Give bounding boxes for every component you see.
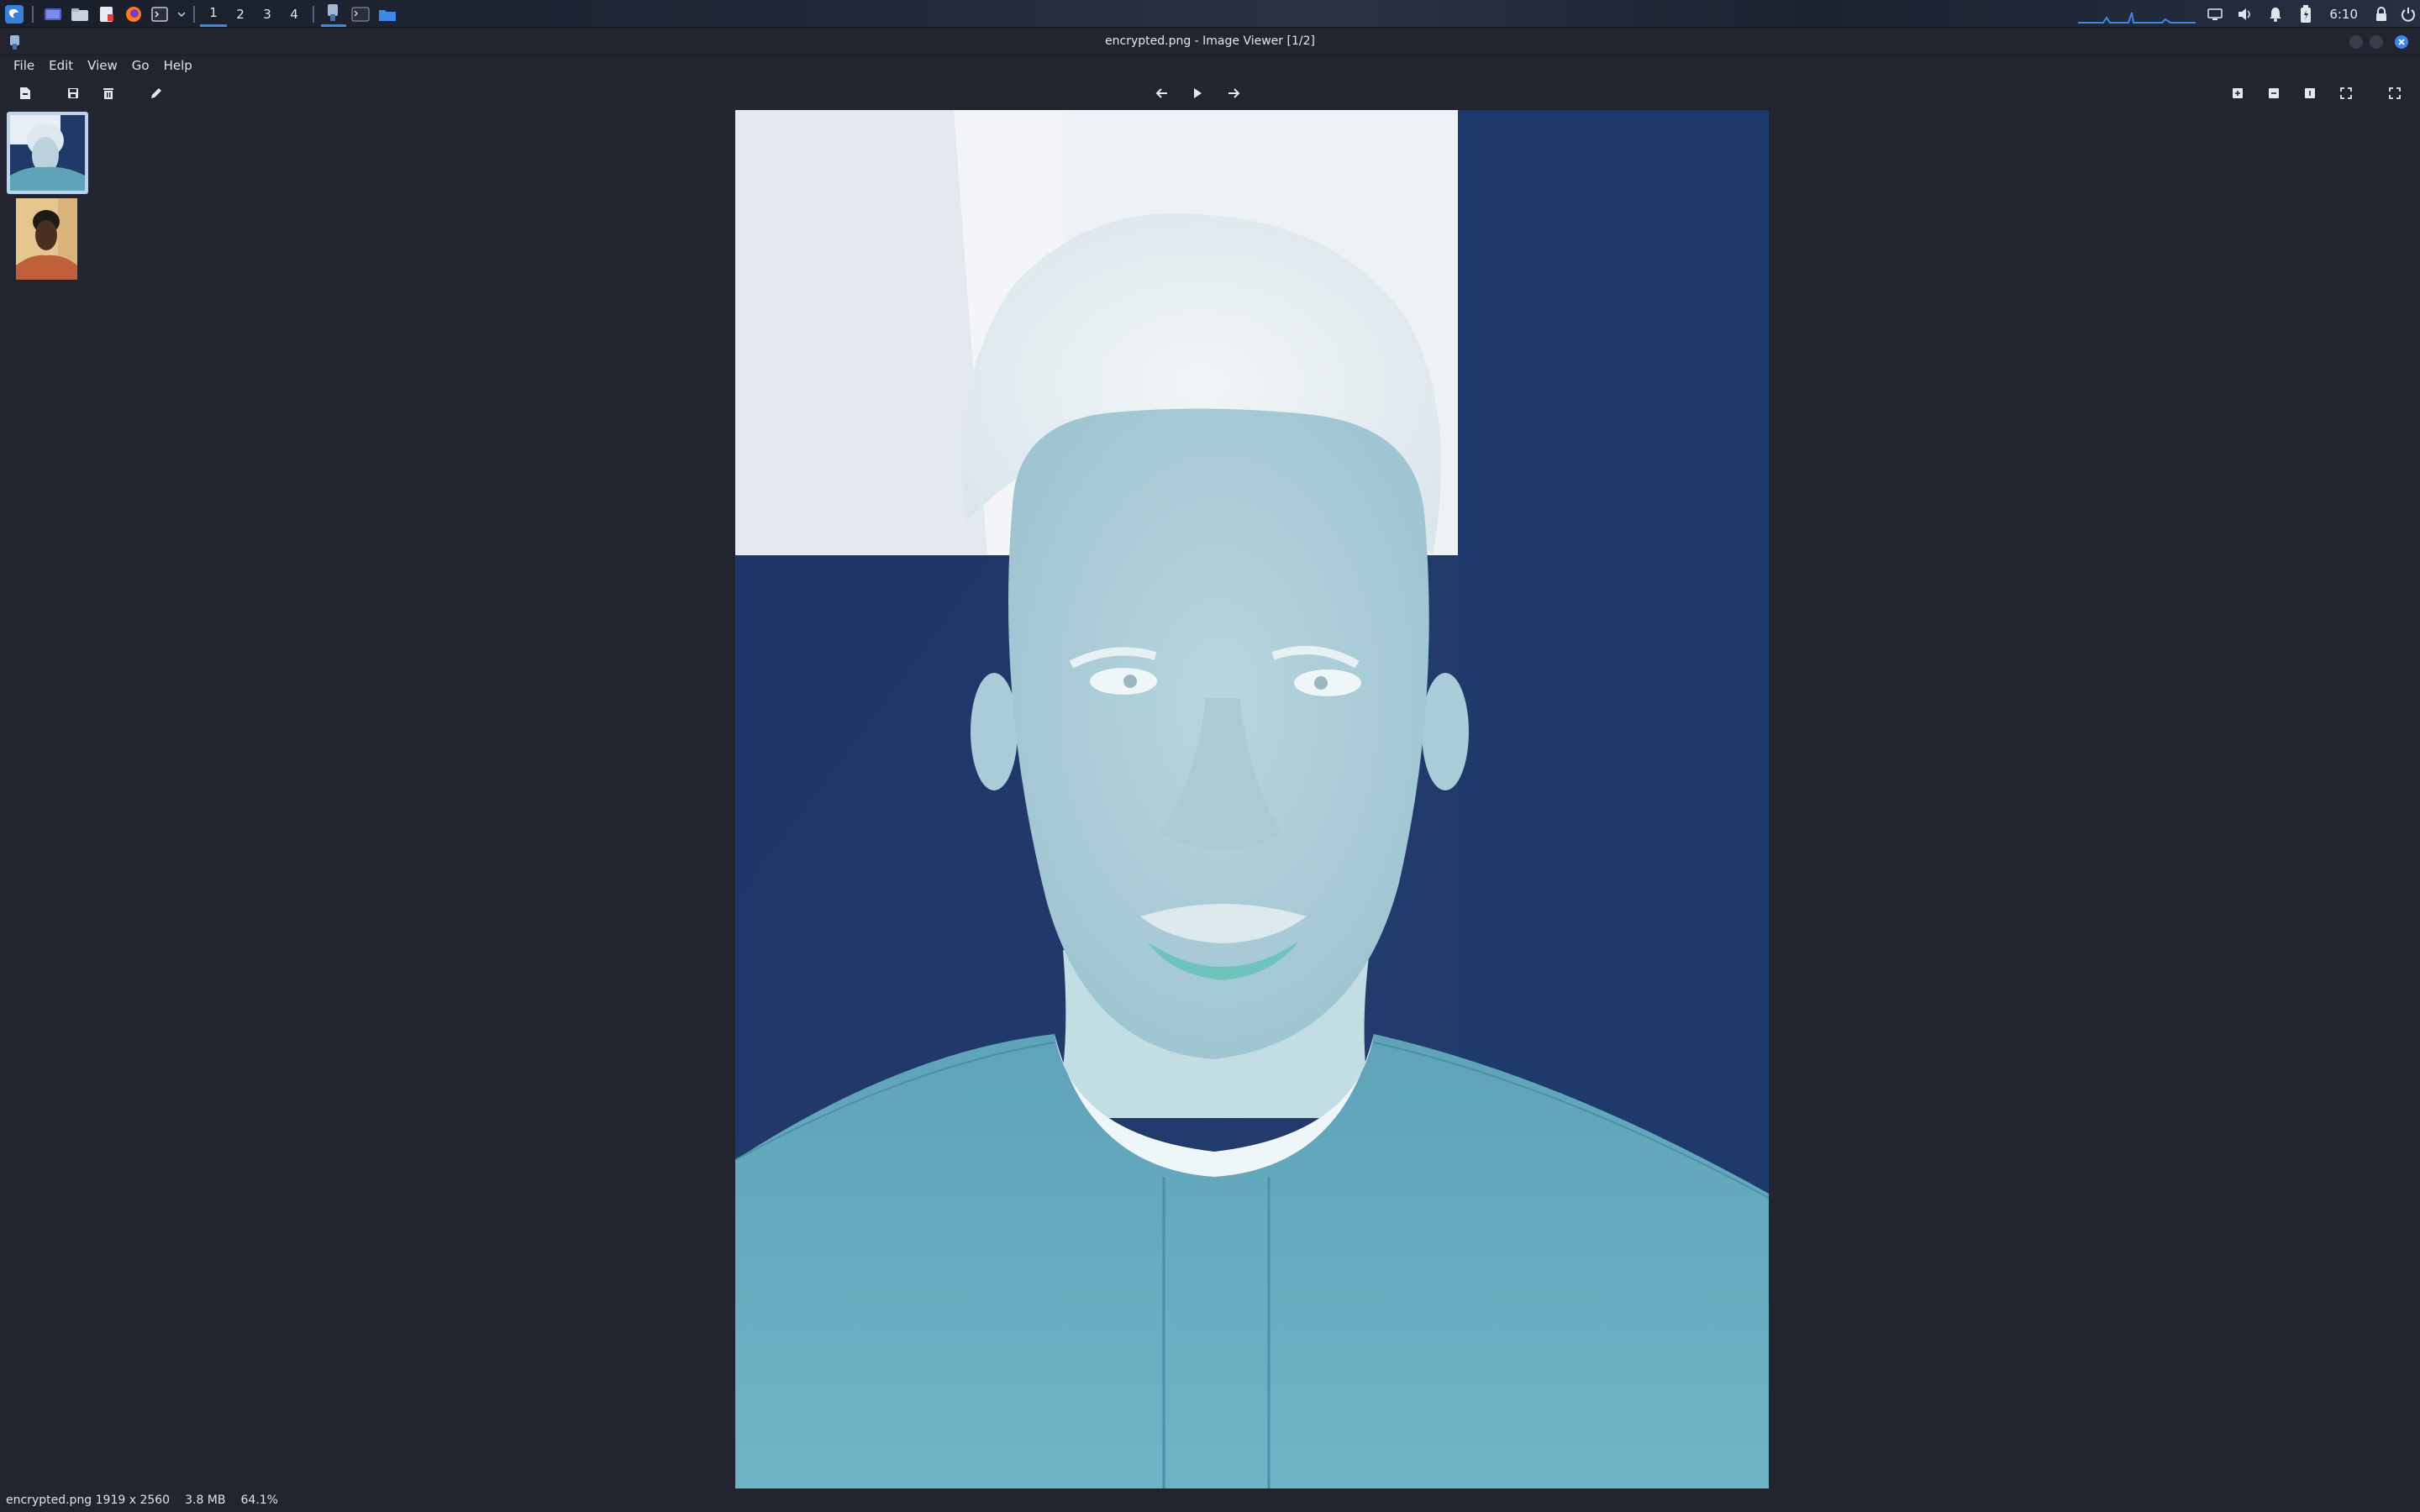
edit-pencil-icon[interactable]: [145, 82, 167, 104]
lock-icon[interactable]: [2366, 2, 2396, 27]
show-desktop-icon[interactable]: [40, 2, 66, 27]
next-arrow-icon[interactable]: [1223, 82, 1244, 104]
thumbnail-inverted-portrait: [10, 115, 85, 191]
menu-view[interactable]: View: [81, 58, 125, 73]
volume-icon[interactable]: [2230, 2, 2260, 27]
status-filename-dimensions: encrypted.png 1919 x 2560: [6, 1494, 171, 1507]
window-titlebar[interactable]: encrypted.png - Image Viewer [1/2]: [0, 28, 2420, 55]
previous-arrow-icon[interactable]: [1151, 82, 1173, 104]
window-title: encrypted.png - Image Viewer [1/2]: [1105, 34, 1315, 48]
text-editor-icon[interactable]: [94, 2, 119, 27]
open-icon[interactable]: [14, 82, 36, 104]
thumbnail-selected[interactable]: [7, 112, 88, 194]
taskbar-separator: [313, 5, 314, 23]
task-terminal-icon[interactable]: [348, 2, 373, 27]
workspace-2[interactable]: 2: [227, 2, 254, 27]
main-image-canvas[interactable]: [735, 110, 1769, 1489]
display-icon[interactable]: [2200, 2, 2230, 27]
play-slideshow-icon[interactable]: [1186, 82, 1208, 104]
terminal-icon[interactable]: [148, 2, 173, 27]
task-folder-icon[interactable]: [375, 2, 400, 27]
cpu-graph-icon: [2074, 2, 2200, 27]
menu-go[interactable]: Go: [125, 58, 157, 73]
notification-bell-icon[interactable]: [2260, 2, 2291, 27]
status-filesize: 3.8 MB: [185, 1494, 226, 1507]
close-icon: [2398, 39, 2405, 45]
battery-icon[interactable]: [2291, 2, 2321, 27]
statusbar: encrypted.png 1919 x 2560 3.8 MB 64.1%: [0, 1488, 2420, 1512]
firefox-icon[interactable]: [121, 2, 146, 27]
clock[interactable]: 6:10: [2321, 7, 2366, 22]
delete-icon[interactable]: [97, 82, 119, 104]
save-icon[interactable]: [62, 82, 84, 104]
thumbnail-original[interactable]: [16, 198, 77, 280]
workspace-4[interactable]: 4: [281, 2, 308, 27]
minimize-button[interactable]: [2349, 35, 2363, 49]
menu-file[interactable]: File: [7, 58, 42, 73]
fullscreen-icon[interactable]: [2384, 82, 2406, 104]
top-panel: 1 2 3 4 6:10: [0, 0, 2420, 28]
menu-help[interactable]: Help: [157, 58, 200, 73]
taskbar-separator: [193, 5, 195, 23]
zoom-original-icon[interactable]: [2299, 82, 2321, 104]
task-image-viewer-icon[interactable]: [321, 2, 346, 27]
close-button[interactable]: [2395, 35, 2408, 49]
power-icon[interactable]: [2396, 2, 2420, 27]
menu-edit[interactable]: Edit: [42, 58, 81, 73]
zoom-out-icon[interactable]: [2263, 82, 2285, 104]
chevron-down-icon[interactable]: [175, 2, 188, 27]
maximize-button[interactable]: [2370, 35, 2383, 49]
workspace-1[interactable]: 1: [200, 2, 227, 27]
menubar: File Edit View Go Help: [0, 55, 200, 76]
toolbar: [0, 81, 2420, 106]
workspace-3[interactable]: 3: [254, 2, 281, 27]
file-manager-icon[interactable]: [67, 2, 92, 27]
thumbnail-color-portrait: [16, 198, 77, 280]
start-menu-icon[interactable]: [2, 2, 27, 27]
inverted-portrait-image: [735, 110, 1769, 1489]
taskbar-separator: [32, 5, 34, 23]
zoom-in-icon[interactable]: [2227, 82, 2249, 104]
status-zoom: 64.1%: [240, 1494, 278, 1507]
zoom-fit-icon[interactable]: [2335, 82, 2357, 104]
